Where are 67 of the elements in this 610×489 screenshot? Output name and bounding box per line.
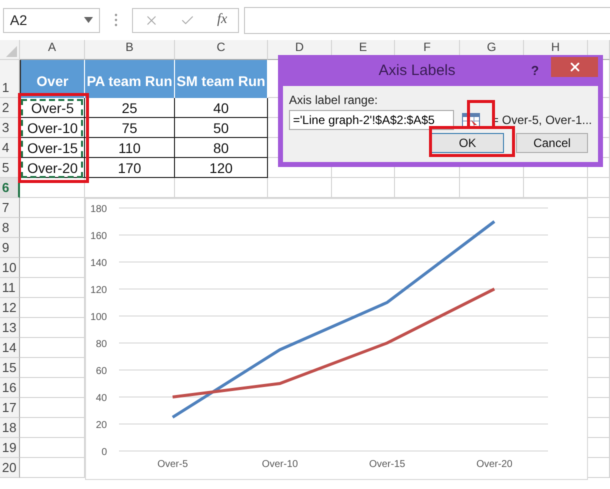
row-header[interactable]: 10	[0, 258, 20, 278]
axis-tick-label: 120	[90, 285, 107, 296]
table-header-cell: Over	[20, 60, 85, 98]
row-header[interactable]: 1	[0, 60, 20, 98]
table-cell: 50	[175, 118, 268, 138]
close-button[interactable]	[551, 56, 598, 76]
axis-tick-label: 40	[96, 393, 107, 404]
table-cell: 110	[85, 138, 175, 158]
sheet-cell[interactable]	[588, 178, 610, 198]
drag-handle-icon[interactable]	[114, 13, 118, 27]
column-header[interactable]: B	[85, 40, 175, 60]
row-header[interactable]: 18	[0, 418, 20, 438]
axis-tick-label: 180	[90, 204, 107, 215]
cancel-button[interactable]: Cancel	[516, 133, 588, 153]
axis-tick-label: 160	[90, 231, 107, 242]
axis-tick-label: 20	[96, 420, 107, 431]
select-all-corner[interactable]	[0, 40, 20, 60]
table-cell: 25	[85, 98, 175, 118]
row-header[interactable]: 6	[0, 178, 20, 198]
row-header[interactable]: 12	[0, 298, 20, 318]
row-header[interactable]: 20	[0, 458, 20, 478]
table-cell: 40	[175, 98, 268, 118]
axis-tick-label: 0	[101, 447, 107, 458]
row-header[interactable]: 19	[0, 438, 20, 458]
axis-tick-label: 100	[90, 312, 107, 323]
formula-input[interactable]	[244, 6, 610, 34]
axis-category-label: Over-20	[476, 459, 512, 470]
row-header[interactable]: 8	[0, 218, 20, 238]
table-cell: Over-10	[20, 118, 85, 138]
field-label: Axis label range:	[289, 93, 379, 107]
row-header[interactable]: 11	[0, 278, 20, 298]
table-header-cell: SM team Run	[175, 60, 268, 98]
table-cell: Over-15	[20, 138, 85, 158]
insert-function-button[interactable]: fx	[217, 12, 228, 28]
row-header[interactable]: 16	[0, 378, 20, 398]
row-header[interactable]: 3	[0, 118, 20, 138]
table-cell: 75	[85, 118, 175, 138]
select-all-icon[interactable]	[6, 46, 17, 57]
axis-category-label: Over-10	[262, 459, 298, 470]
row-header[interactable]: 14	[0, 338, 20, 358]
column-header[interactable]: A	[20, 40, 85, 60]
row-header[interactable]: 4	[0, 138, 20, 158]
axis-tick-label: 140	[90, 258, 107, 269]
column-header[interactable]: C	[175, 40, 268, 60]
axis-tick-label: 80	[96, 339, 107, 350]
table-cell: 170	[85, 158, 175, 178]
dialog-title: Axis Labels	[378, 62, 456, 79]
axis-category-label: Over-5	[157, 459, 188, 470]
row-header[interactable]: 15	[0, 358, 20, 378]
row-header[interactable]: 13	[0, 318, 20, 338]
table-header-cell: PA team Run	[85, 60, 175, 98]
row-header[interactable]: 7	[0, 198, 20, 218]
ok-button[interactable]: OK	[431, 133, 504, 153]
name-box[interactable]: A2	[3, 8, 100, 32]
table-cell: Over-5	[20, 98, 85, 118]
axis-tick-label: 60	[96, 366, 107, 377]
row-header[interactable]: 17	[0, 398, 20, 418]
table-cell: 120	[175, 158, 268, 178]
sheet-cell[interactable]	[20, 178, 85, 198]
range-input-field[interactable]: ='Line graph-2'!$A$2:$A$5	[289, 110, 454, 130]
table-cell: 80	[175, 138, 268, 158]
row-header[interactable]: 9	[0, 238, 20, 258]
caret-icon	[84, 17, 93, 23]
axis-category-label: Over-15	[369, 459, 406, 470]
row-header[interactable]: 2	[0, 98, 20, 118]
close-icon	[568, 60, 582, 74]
row-header[interactable]: 5	[0, 158, 20, 178]
